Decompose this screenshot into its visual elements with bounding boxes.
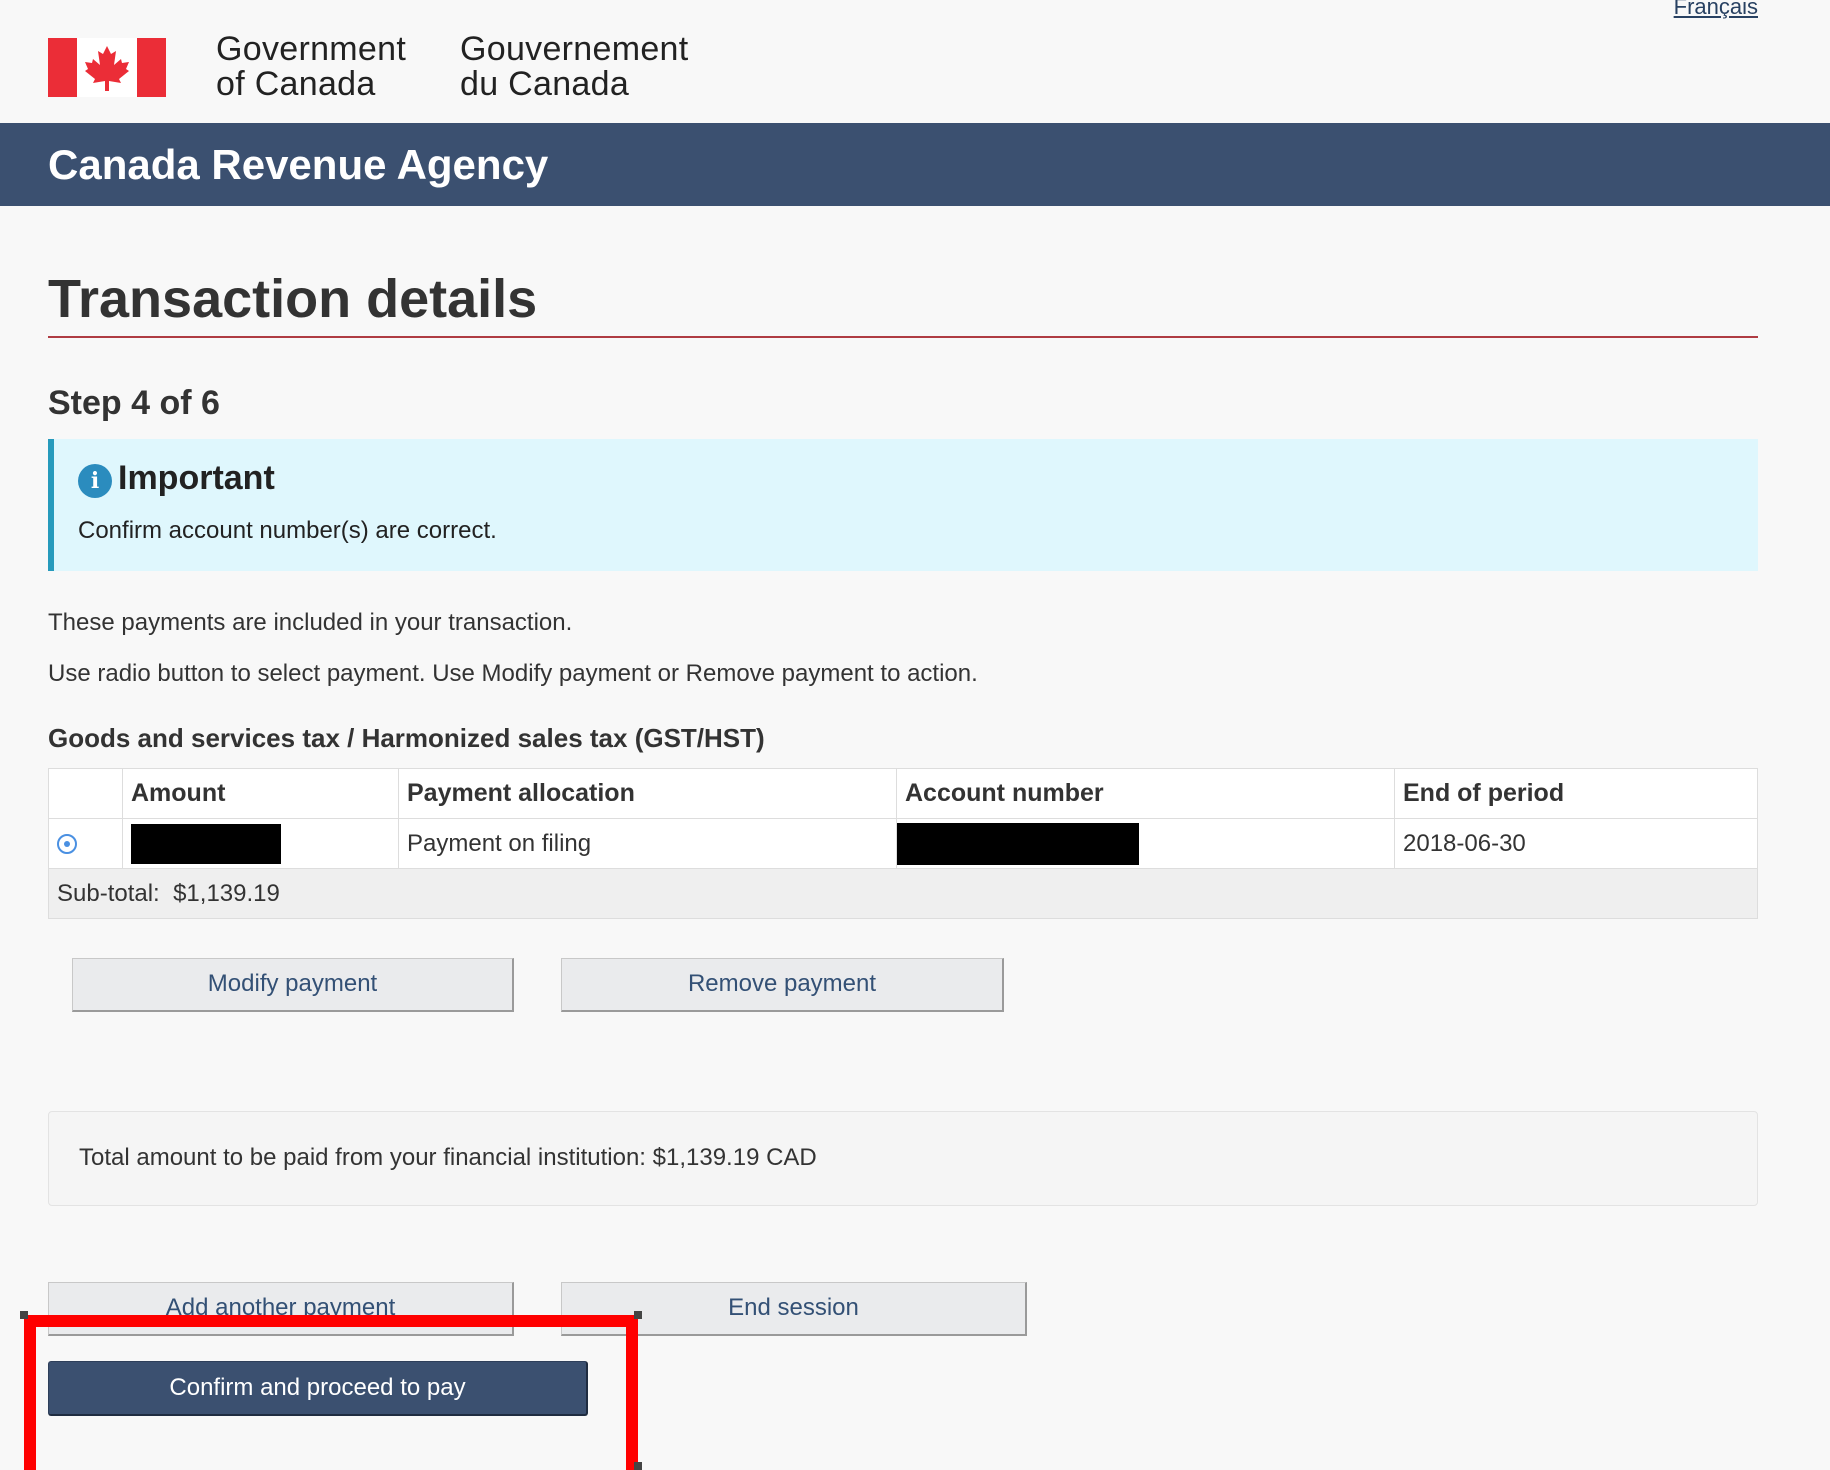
alert-heading: Important xyxy=(118,459,275,497)
table-header-row: Amount Payment allocation Account number… xyxy=(48,768,1758,819)
header-account-number: Account number xyxy=(896,768,1395,819)
signature-english-line1: Government xyxy=(216,30,407,68)
payment-radio-button[interactable] xyxy=(57,834,77,855)
canada-flag-icon xyxy=(48,38,166,97)
signature-english: Government of Canada xyxy=(216,32,406,102)
signature-french: Gouvernement du Canada xyxy=(460,32,689,102)
selection-handle xyxy=(634,1311,642,1319)
modify-payment-button[interactable]: Modify payment xyxy=(72,958,514,1012)
confirm-and-proceed-button[interactable]: Confirm and proceed to pay xyxy=(48,1361,588,1416)
selection-handle xyxy=(634,1462,642,1470)
section-heading-gst-hst: Goods and services tax / Harmonized sale… xyxy=(48,723,765,753)
amount-cell xyxy=(122,818,399,869)
account-number-cell xyxy=(896,818,1395,869)
header-select xyxy=(48,768,123,819)
header-amount: Amount xyxy=(122,768,399,819)
header-payment-allocation: Payment allocation xyxy=(398,768,897,819)
subtotal-label: Sub-total: xyxy=(57,879,160,907)
redacted-amount xyxy=(131,823,281,864)
total-amount-panel: Total amount to be paid from your financ… xyxy=(48,1111,1758,1206)
step-indicator: Step 4 of 6 xyxy=(48,384,220,422)
page-title: Transaction details xyxy=(48,269,538,329)
intro-text-instructions: Use radio button to select payment. Use … xyxy=(48,660,978,687)
redacted-account-number xyxy=(897,822,1139,865)
alert-text: Confirm account number(s) are correct. xyxy=(78,517,497,544)
subtotal-cell: Sub-total: $1,139.19 xyxy=(48,868,1758,919)
agency-name-link[interactable]: Canada Revenue Agency xyxy=(48,141,548,189)
subtotal-value: $1,139.19 xyxy=(173,879,280,907)
payment-allocation-cell: Payment on filing xyxy=(398,818,897,869)
info-icon: i xyxy=(78,464,112,498)
end-of-period-cell: 2018-06-30 xyxy=(1394,818,1758,869)
signature-french-line2: du Canada xyxy=(460,65,630,103)
end-session-button[interactable]: End session xyxy=(561,1282,1027,1336)
agency-banner: Canada Revenue Agency xyxy=(0,123,1830,206)
total-amount-text: Total amount to be paid from your financ… xyxy=(79,1144,817,1171)
important-alert: i Important Confirm account number(s) ar… xyxy=(48,439,1758,571)
language-toggle-link[interactable]: Français xyxy=(1674,0,1758,20)
signature-french-line1: Gouvernement xyxy=(460,30,689,68)
intro-text-payments: These payments are included in your tran… xyxy=(48,609,573,636)
payments-table: Amount Payment allocation Account number… xyxy=(48,768,1758,919)
add-another-payment-button[interactable]: Add another payment xyxy=(48,1282,514,1336)
selection-handle xyxy=(20,1311,28,1319)
signature-english-line2: of Canada xyxy=(216,65,376,103)
header-end-of-period: End of period xyxy=(1394,768,1758,819)
select-cell xyxy=(48,818,123,869)
remove-payment-button[interactable]: Remove payment xyxy=(561,958,1004,1012)
table-row: Payment on filing 2018-06-30 xyxy=(48,818,1758,869)
subtotal-row: Sub-total: $1,139.19 xyxy=(48,868,1758,919)
title-divider xyxy=(48,336,1758,338)
